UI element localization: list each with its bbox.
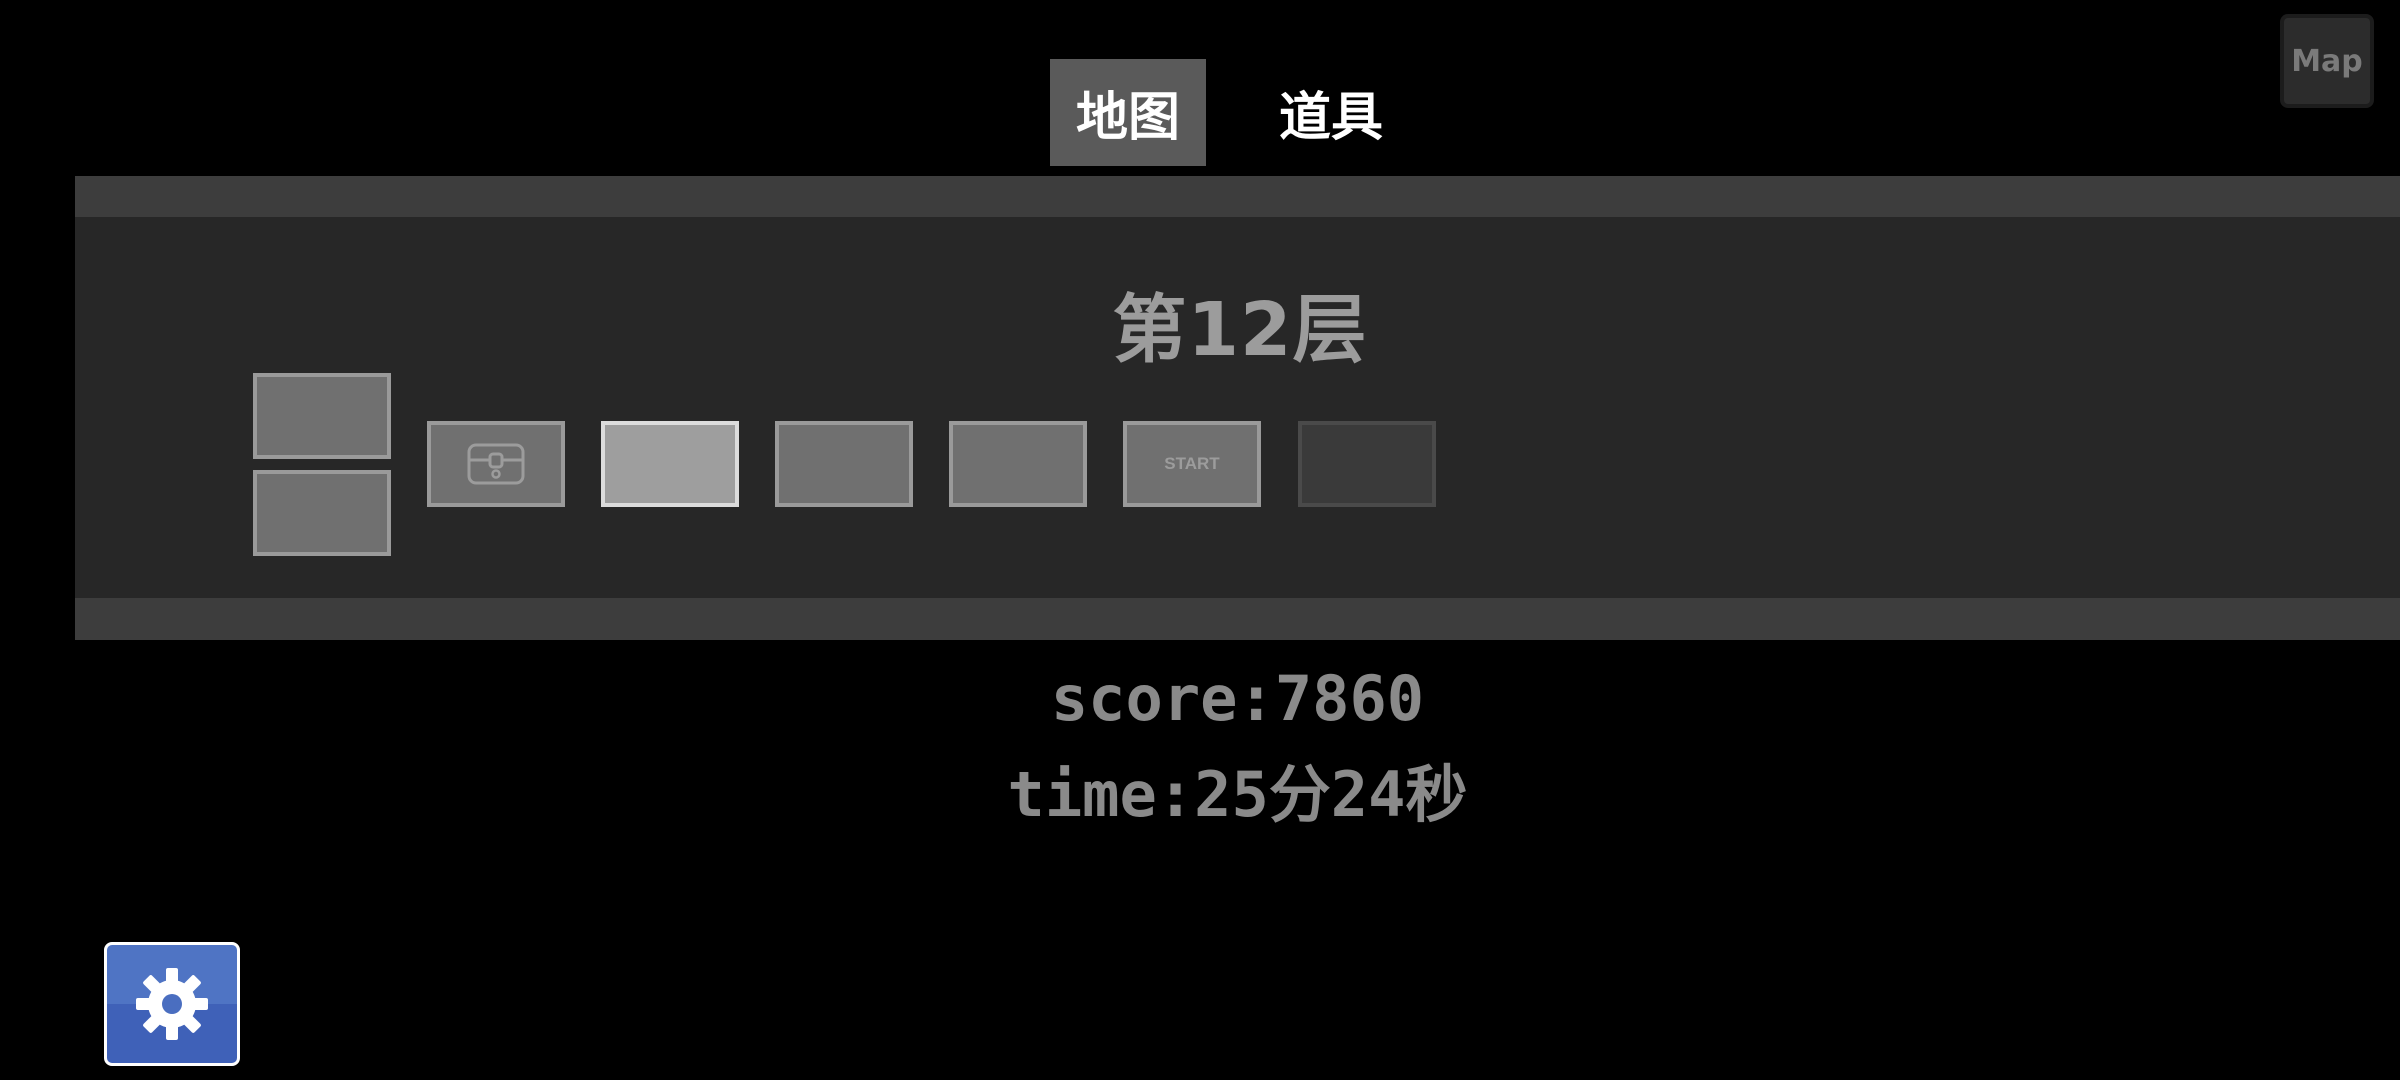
game-screen: 地图 道具 Map 第12层 START score:7860 time:25分… bbox=[0, 0, 2400, 1080]
map-panel-bottom-strip bbox=[75, 598, 2400, 640]
map-room[interactable] bbox=[775, 421, 913, 507]
map-panel-top-strip bbox=[75, 176, 2400, 217]
gear-icon bbox=[136, 968, 208, 1040]
map-room-upper[interactable] bbox=[253, 373, 391, 459]
tab-items[interactable]: 道具 bbox=[1266, 59, 1396, 166]
map-room-treasure[interactable] bbox=[427, 421, 565, 507]
score-text: score:7860 bbox=[1050, 662, 1425, 735]
start-label: START bbox=[1164, 454, 1220, 473]
time-text: time:25分24秒 bbox=[1007, 758, 1468, 831]
map-room[interactable] bbox=[949, 421, 1087, 507]
settings-button[interactable] bbox=[104, 942, 240, 1066]
map-room-current[interactable] bbox=[601, 421, 739, 507]
treasure-chest-icon bbox=[467, 443, 525, 485]
map-button[interactable]: Map bbox=[2280, 14, 2374, 108]
tab-map[interactable]: 地图 bbox=[1050, 59, 1206, 166]
map-room-lower[interactable] bbox=[253, 470, 391, 556]
map-room-unexplored[interactable] bbox=[1298, 421, 1436, 507]
tab-bar: 地图 道具 bbox=[1050, 59, 1396, 166]
floor-title: 第12层 bbox=[1112, 287, 1368, 373]
map-room-start[interactable]: START bbox=[1123, 421, 1261, 507]
